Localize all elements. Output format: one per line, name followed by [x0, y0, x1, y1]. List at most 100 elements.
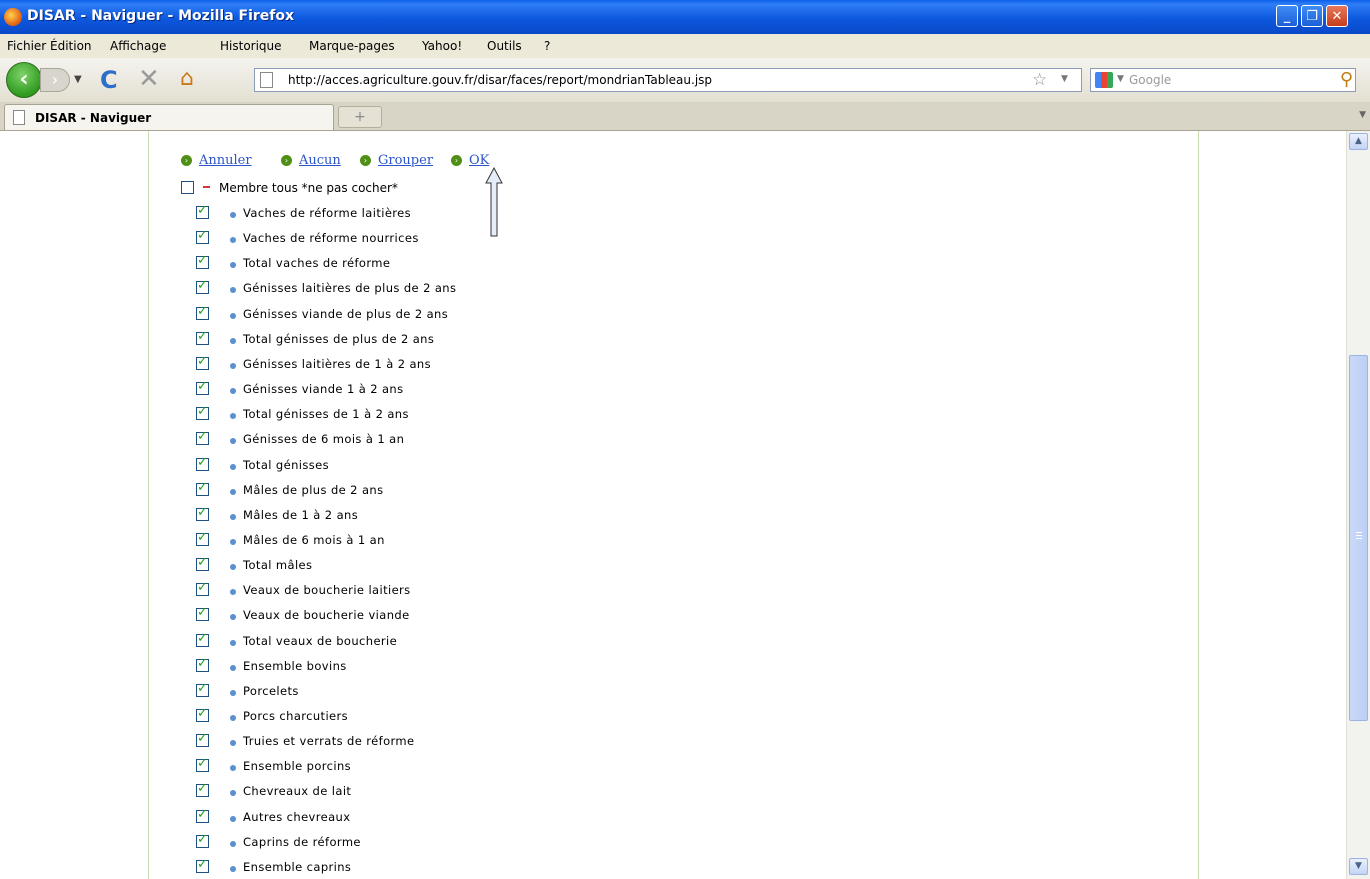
- item-bullet-icon: [230, 438, 236, 445]
- root-checkbox[interactable]: [181, 181, 194, 194]
- item-label: Génisses laitières de plus de 2 ans: [243, 281, 457, 296]
- home-icon[interactable]: ⌂: [180, 66, 194, 91]
- item-checkbox[interactable]: [196, 404, 209, 421]
- ok-link[interactable]: › OK: [451, 153, 489, 168]
- page-icon: [260, 72, 273, 88]
- title-bar: DISAR - Naviguer - Mozilla Firefox _ ❐ ✕: [0, 0, 1370, 34]
- item-label: Mâles de 6 mois à 1 an: [243, 532, 385, 547]
- forward-arrow-icon[interactable]: ›: [40, 68, 70, 92]
- item-checkbox[interactable]: [196, 278, 209, 295]
- item-bullet-icon: [230, 564, 236, 571]
- search-bar[interactable]: ▼ Google ⚲: [1090, 68, 1356, 92]
- up-arrow-annotation-icon: [485, 167, 503, 237]
- menu-outils[interactable]: Outils: [487, 39, 522, 53]
- stop-icon[interactable]: ✕: [138, 64, 160, 94]
- menu-yahoo[interactable]: Yahoo!: [422, 39, 462, 53]
- scroll-down-icon[interactable]: ▼: [1349, 858, 1368, 875]
- search-engine-dropdown-icon[interactable]: ▼: [1117, 74, 1124, 84]
- scroll-thumb[interactable]: [1349, 355, 1368, 721]
- divider: [1198, 131, 1199, 879]
- bookmark-star-icon[interactable]: ☆: [1032, 70, 1047, 90]
- item-checkbox[interactable]: [196, 505, 209, 521]
- firefox-logo-icon: [4, 8, 22, 26]
- item-label: Mâles de plus de 2 ans: [243, 482, 384, 497]
- item-label: Porcs charcutiers: [243, 709, 349, 723]
- vertical-scrollbar[interactable]: ▲ ▼: [1346, 131, 1370, 879]
- item-checkbox[interactable]: [196, 681, 209, 697]
- url-dropdown-icon[interactable]: ▼: [1061, 74, 1068, 84]
- menu-marque-pages[interactable]: Marque-pages: [309, 39, 395, 53]
- item-label: Vaches de réforme nourrices: [243, 231, 419, 246]
- item-bullet-icon: [230, 312, 236, 319]
- page-icon: [13, 110, 25, 125]
- arrow-bullet-icon: ›: [451, 155, 462, 166]
- item-checkbox[interactable]: [196, 807, 209, 823]
- item-bullet-icon: [230, 715, 236, 721]
- item-checkbox[interactable]: [196, 706, 209, 722]
- item-bullet-icon: [230, 237, 236, 244]
- history-dropdown-icon[interactable]: ▼: [74, 74, 82, 85]
- item-checkbox[interactable]: [196, 379, 209, 396]
- search-icon[interactable]: ⚲: [1340, 69, 1353, 90]
- item-checkbox[interactable]: [196, 656, 209, 672]
- item-label: Génisses viande 1 à 2 ans: [243, 382, 404, 397]
- address-bar[interactable]: http://acces.agriculture.gouv.fr/disar/f…: [254, 68, 1082, 92]
- item-bullet-icon: [230, 388, 236, 395]
- item-checkbox[interactable]: [196, 203, 209, 219]
- item-checkbox[interactable]: [196, 253, 209, 270]
- item-bullet-icon: [230, 589, 236, 596]
- item-checkbox[interactable]: [196, 329, 209, 345]
- item-checkbox[interactable]: [196, 555, 209, 572]
- scroll-up-icon[interactable]: ▲: [1349, 133, 1368, 150]
- google-logo-icon[interactable]: [1095, 72, 1113, 88]
- url-text[interactable]: http://acces.agriculture.gouv.fr/disar/f…: [288, 73, 712, 87]
- item-bullet-icon: [230, 262, 236, 269]
- item-checkbox[interactable]: [196, 228, 209, 245]
- item-checkbox[interactable]: [196, 731, 209, 748]
- cancel-link[interactable]: › Annuler: [181, 153, 252, 168]
- item-label: Autres chevreaux: [243, 809, 351, 824]
- arrow-bullet-icon: ›: [181, 155, 192, 166]
- menu-historique[interactable]: Historique: [220, 39, 282, 53]
- item-checkbox[interactable]: [196, 631, 209, 647]
- none-link[interactable]: › Aucun: [281, 153, 341, 168]
- menu-help[interactable]: ?: [544, 39, 550, 53]
- item-bullet-icon: [230, 740, 236, 747]
- item-checkbox[interactable]: [196, 832, 209, 848]
- item-checkbox[interactable]: [196, 857, 209, 873]
- item-label: Génisses de 6 mois à 1 an: [243, 432, 405, 447]
- item-checkbox[interactable]: [196, 580, 209, 597]
- menu-affichage[interactable]: Affichage: [110, 39, 166, 53]
- item-checkbox[interactable]: [196, 455, 209, 471]
- close-button[interactable]: ✕: [1326, 5, 1348, 27]
- arrow-bullet-icon: ›: [360, 155, 371, 166]
- menu-edition[interactable]: Édition: [50, 39, 92, 53]
- grip: [1356, 532, 1362, 533]
- item-label: Chevreaux de lait: [243, 784, 352, 799]
- item-checkbox[interactable]: [196, 530, 209, 546]
- menu-fichier[interactable]: Fichier: [7, 39, 46, 53]
- item-checkbox[interactable]: [196, 756, 209, 773]
- item-checkbox[interactable]: [196, 605, 209, 622]
- item-checkbox[interactable]: [196, 781, 209, 798]
- new-tab-button[interactable]: +: [338, 106, 382, 128]
- item-checkbox[interactable]: [196, 429, 209, 446]
- tab-list-icon[interactable]: ▼: [1359, 110, 1366, 120]
- search-input[interactable]: Google: [1129, 73, 1171, 87]
- item-label: Total génisses de plus de 2 ans: [243, 331, 435, 346]
- minimize-button[interactable]: _: [1276, 5, 1298, 27]
- item-label: Génisses laitières de 1 à 2 ans: [243, 356, 431, 371]
- item-label: Génisses viande de plus de 2 ans: [243, 306, 449, 321]
- item-bullet-icon: [230, 287, 236, 294]
- tab-label: DISAR - Naviguer: [35, 111, 152, 125]
- item-checkbox[interactable]: [196, 354, 209, 370]
- item-label: Ensemble porcins: [243, 759, 352, 774]
- reload-icon[interactable]: C: [100, 66, 118, 94]
- back-arrow-icon[interactable]: ‹: [6, 62, 42, 98]
- collapse-icon[interactable]: [203, 186, 210, 188]
- item-checkbox[interactable]: [196, 304, 209, 320]
- maximize-button[interactable]: ❐: [1301, 5, 1323, 27]
- tab-disar[interactable]: DISAR - Naviguer: [4, 104, 334, 130]
- group-link[interactable]: › Grouper: [360, 153, 433, 168]
- item-checkbox[interactable]: [196, 480, 209, 496]
